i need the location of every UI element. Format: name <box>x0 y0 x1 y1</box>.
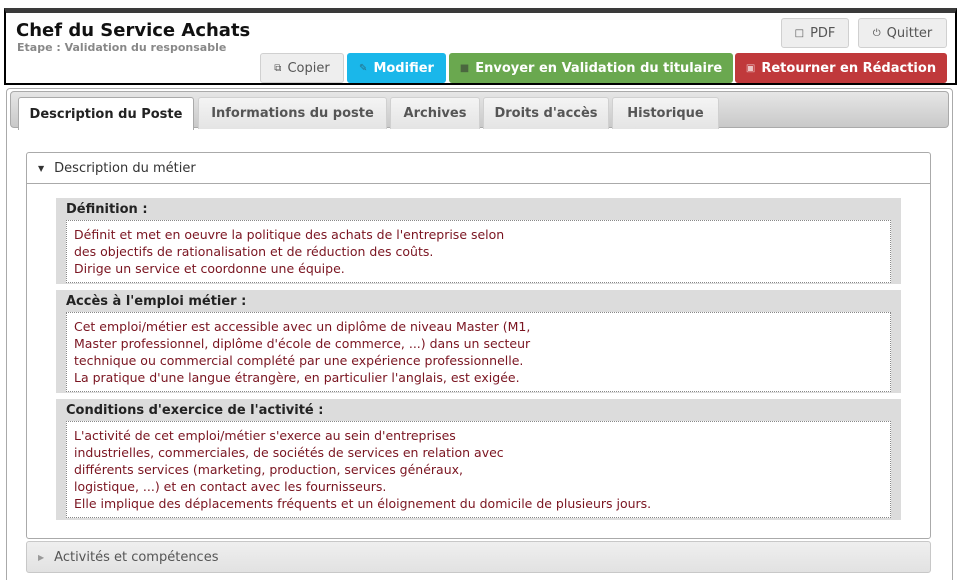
tab-historique[interactable]: Historique <box>612 97 719 129</box>
accordion-title: Activités et compétences <box>54 549 219 565</box>
pencil-icon: ✎ <box>359 62 368 74</box>
send-validation-button[interactable]: ■ Envoyer en Validation du titulaire <box>449 53 733 83</box>
tab-informations-du-poste[interactable]: Informations du poste <box>198 97 387 129</box>
pdf-button-label: PDF <box>810 25 836 41</box>
copy-icon: ⧉ <box>274 62 282 74</box>
tab-bar: Description du Poste Informations du pos… <box>10 91 949 130</box>
accordion-title: Description du métier <box>54 160 196 176</box>
return-draft-button[interactable]: ▣ Retourner en Rédaction <box>735 53 947 83</box>
edit-button-label: Modifier <box>373 60 434 76</box>
tab-droits-acces[interactable]: Droits d'accès <box>483 97 609 129</box>
field-acces-emploi: Accès à l'emploi métier : Cet emploi/mét… <box>56 290 901 393</box>
caret-right-icon: ▶ <box>38 552 45 562</box>
workflow-step: Etape : Validation du responsable <box>17 41 227 54</box>
send-validation-button-label: Envoyer en Validation du titulaire <box>475 60 723 76</box>
return-draft-button-label: Retourner en Rédaction <box>761 60 937 76</box>
edit-button[interactable]: ✎ Modifier <box>347 53 446 83</box>
field-label: Conditions d'exercice de l'activité : <box>66 403 324 418</box>
copy-button[interactable]: ⧉ Copier <box>260 53 344 83</box>
field-value: L'activité de cet emploi/métier s'exerce… <box>66 421 891 518</box>
page-title: Chef du Service Achats <box>16 20 251 41</box>
page-header: Chef du Service Achats Etape : Validatio… <box>4 8 957 85</box>
tab-archives[interactable]: Archives <box>390 97 480 129</box>
file-icon: □ <box>794 27 805 39</box>
caret-down-icon: ▼ <box>38 163 45 173</box>
power-icon: ⏻ <box>872 27 881 39</box>
copy-button-label: Copier <box>287 60 330 76</box>
field-value: Définit et met en oeuvre la politique de… <box>66 220 891 283</box>
quit-button[interactable]: ⏻ Quitter <box>858 18 947 48</box>
tab-description-du-poste[interactable]: Description du Poste <box>18 97 194 130</box>
field-definition: Définition : Définit et met en oeuvre la… <box>56 198 901 284</box>
quit-button-label: Quitter <box>886 25 933 41</box>
accordion-description-metier: ▼ Description du métier Définition : Déf… <box>26 152 931 539</box>
pdf-button[interactable]: □ PDF <box>781 18 849 48</box>
field-conditions-exercice: Conditions d'exercice de l'activité : L'… <box>56 399 901 520</box>
save-icon: ▣ <box>745 62 756 74</box>
accordion-header-activites-competences[interactable]: ▶ Activités et compétences <box>26 541 931 573</box>
main-panel: Description du Poste Informations du pos… <box>6 88 953 580</box>
field-label: Définition : <box>66 202 148 217</box>
accordion-header-description-metier[interactable]: ▼ Description du métier <box>27 153 930 184</box>
stop-icon: ■ <box>459 62 470 74</box>
field-value: Cet emploi/métier est accessible avec un… <box>66 312 891 392</box>
field-label: Accès à l'emploi métier : <box>66 294 247 309</box>
